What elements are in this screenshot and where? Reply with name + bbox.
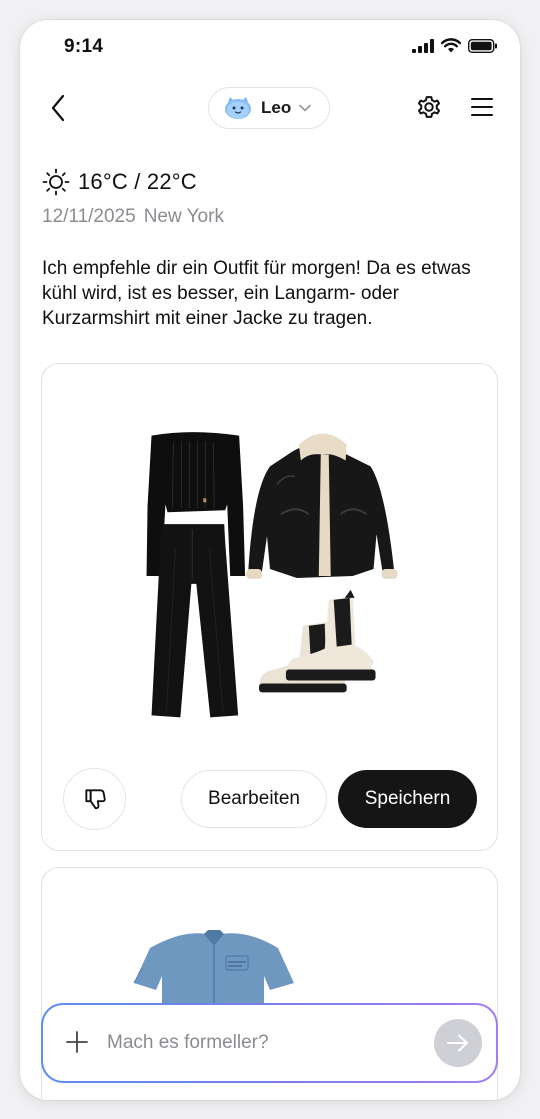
outfit-card: Bearbeiten Speichern bbox=[41, 363, 498, 851]
chevron-down-icon bbox=[299, 104, 312, 112]
weather-summary: 16°C / 22°C 12/11/2025 New York bbox=[42, 168, 224, 228]
outfit-image bbox=[146, 432, 398, 718]
top-navigation: Leo bbox=[20, 84, 520, 132]
edit-button[interactable]: Bearbeiten bbox=[181, 770, 327, 828]
phone-screen: 9:14 Leo 16°C / 22°C 12/11/2025 New York… bbox=[20, 20, 520, 1100]
trousers-image bbox=[151, 524, 239, 718]
send-button[interactable] bbox=[434, 1019, 482, 1067]
boots-image bbox=[259, 589, 376, 693]
chevron-left-icon bbox=[51, 94, 65, 122]
menu-button[interactable] bbox=[468, 92, 496, 122]
battery-icon bbox=[468, 38, 497, 53]
plus-icon[interactable] bbox=[65, 1030, 89, 1054]
status-bar: 9:14 bbox=[20, 20, 520, 76]
signal-icon bbox=[412, 38, 434, 53]
gear-icon bbox=[417, 96, 441, 118]
dislike-button[interactable] bbox=[63, 768, 126, 830]
sun-icon bbox=[42, 168, 70, 196]
chat-input-container bbox=[43, 1005, 496, 1081]
agent-avatar-icon bbox=[223, 96, 253, 120]
arrow-right-icon bbox=[447, 1034, 468, 1052]
hamburger-menu-icon bbox=[471, 98, 493, 116]
save-button[interactable]: Speichern bbox=[338, 770, 477, 828]
status-time: 9:14 bbox=[64, 36, 104, 57]
status-icons bbox=[412, 38, 498, 53]
thumbs-down-icon bbox=[84, 789, 106, 810]
agent-name: Leo bbox=[261, 98, 292, 117]
weather-location: New York bbox=[143, 206, 224, 227]
wifi-icon bbox=[441, 38, 461, 53]
jacket-image bbox=[246, 433, 398, 579]
card-actions: Bearbeiten Speichern bbox=[42, 768, 497, 830]
weather-row: 16°C / 22°C bbox=[42, 168, 224, 196]
temperature-range: 16°C / 22°C bbox=[78, 169, 197, 194]
assistant-message: Ich empfehle dir ein Outfit für morgen! … bbox=[42, 258, 471, 329]
weather-meta: 12/11/2025 New York bbox=[42, 206, 224, 228]
agent-selector[interactable]: Leo bbox=[208, 87, 330, 129]
chat-input-bar bbox=[41, 1003, 498, 1083]
outfit-image-2 bbox=[133, 930, 294, 1008]
back-button[interactable] bbox=[42, 90, 74, 126]
denim-shirt-image bbox=[133, 930, 294, 1008]
weather-date: 12/11/2025 bbox=[42, 206, 136, 227]
settings-button[interactable] bbox=[414, 92, 444, 122]
chat-input[interactable] bbox=[107, 1023, 417, 1063]
